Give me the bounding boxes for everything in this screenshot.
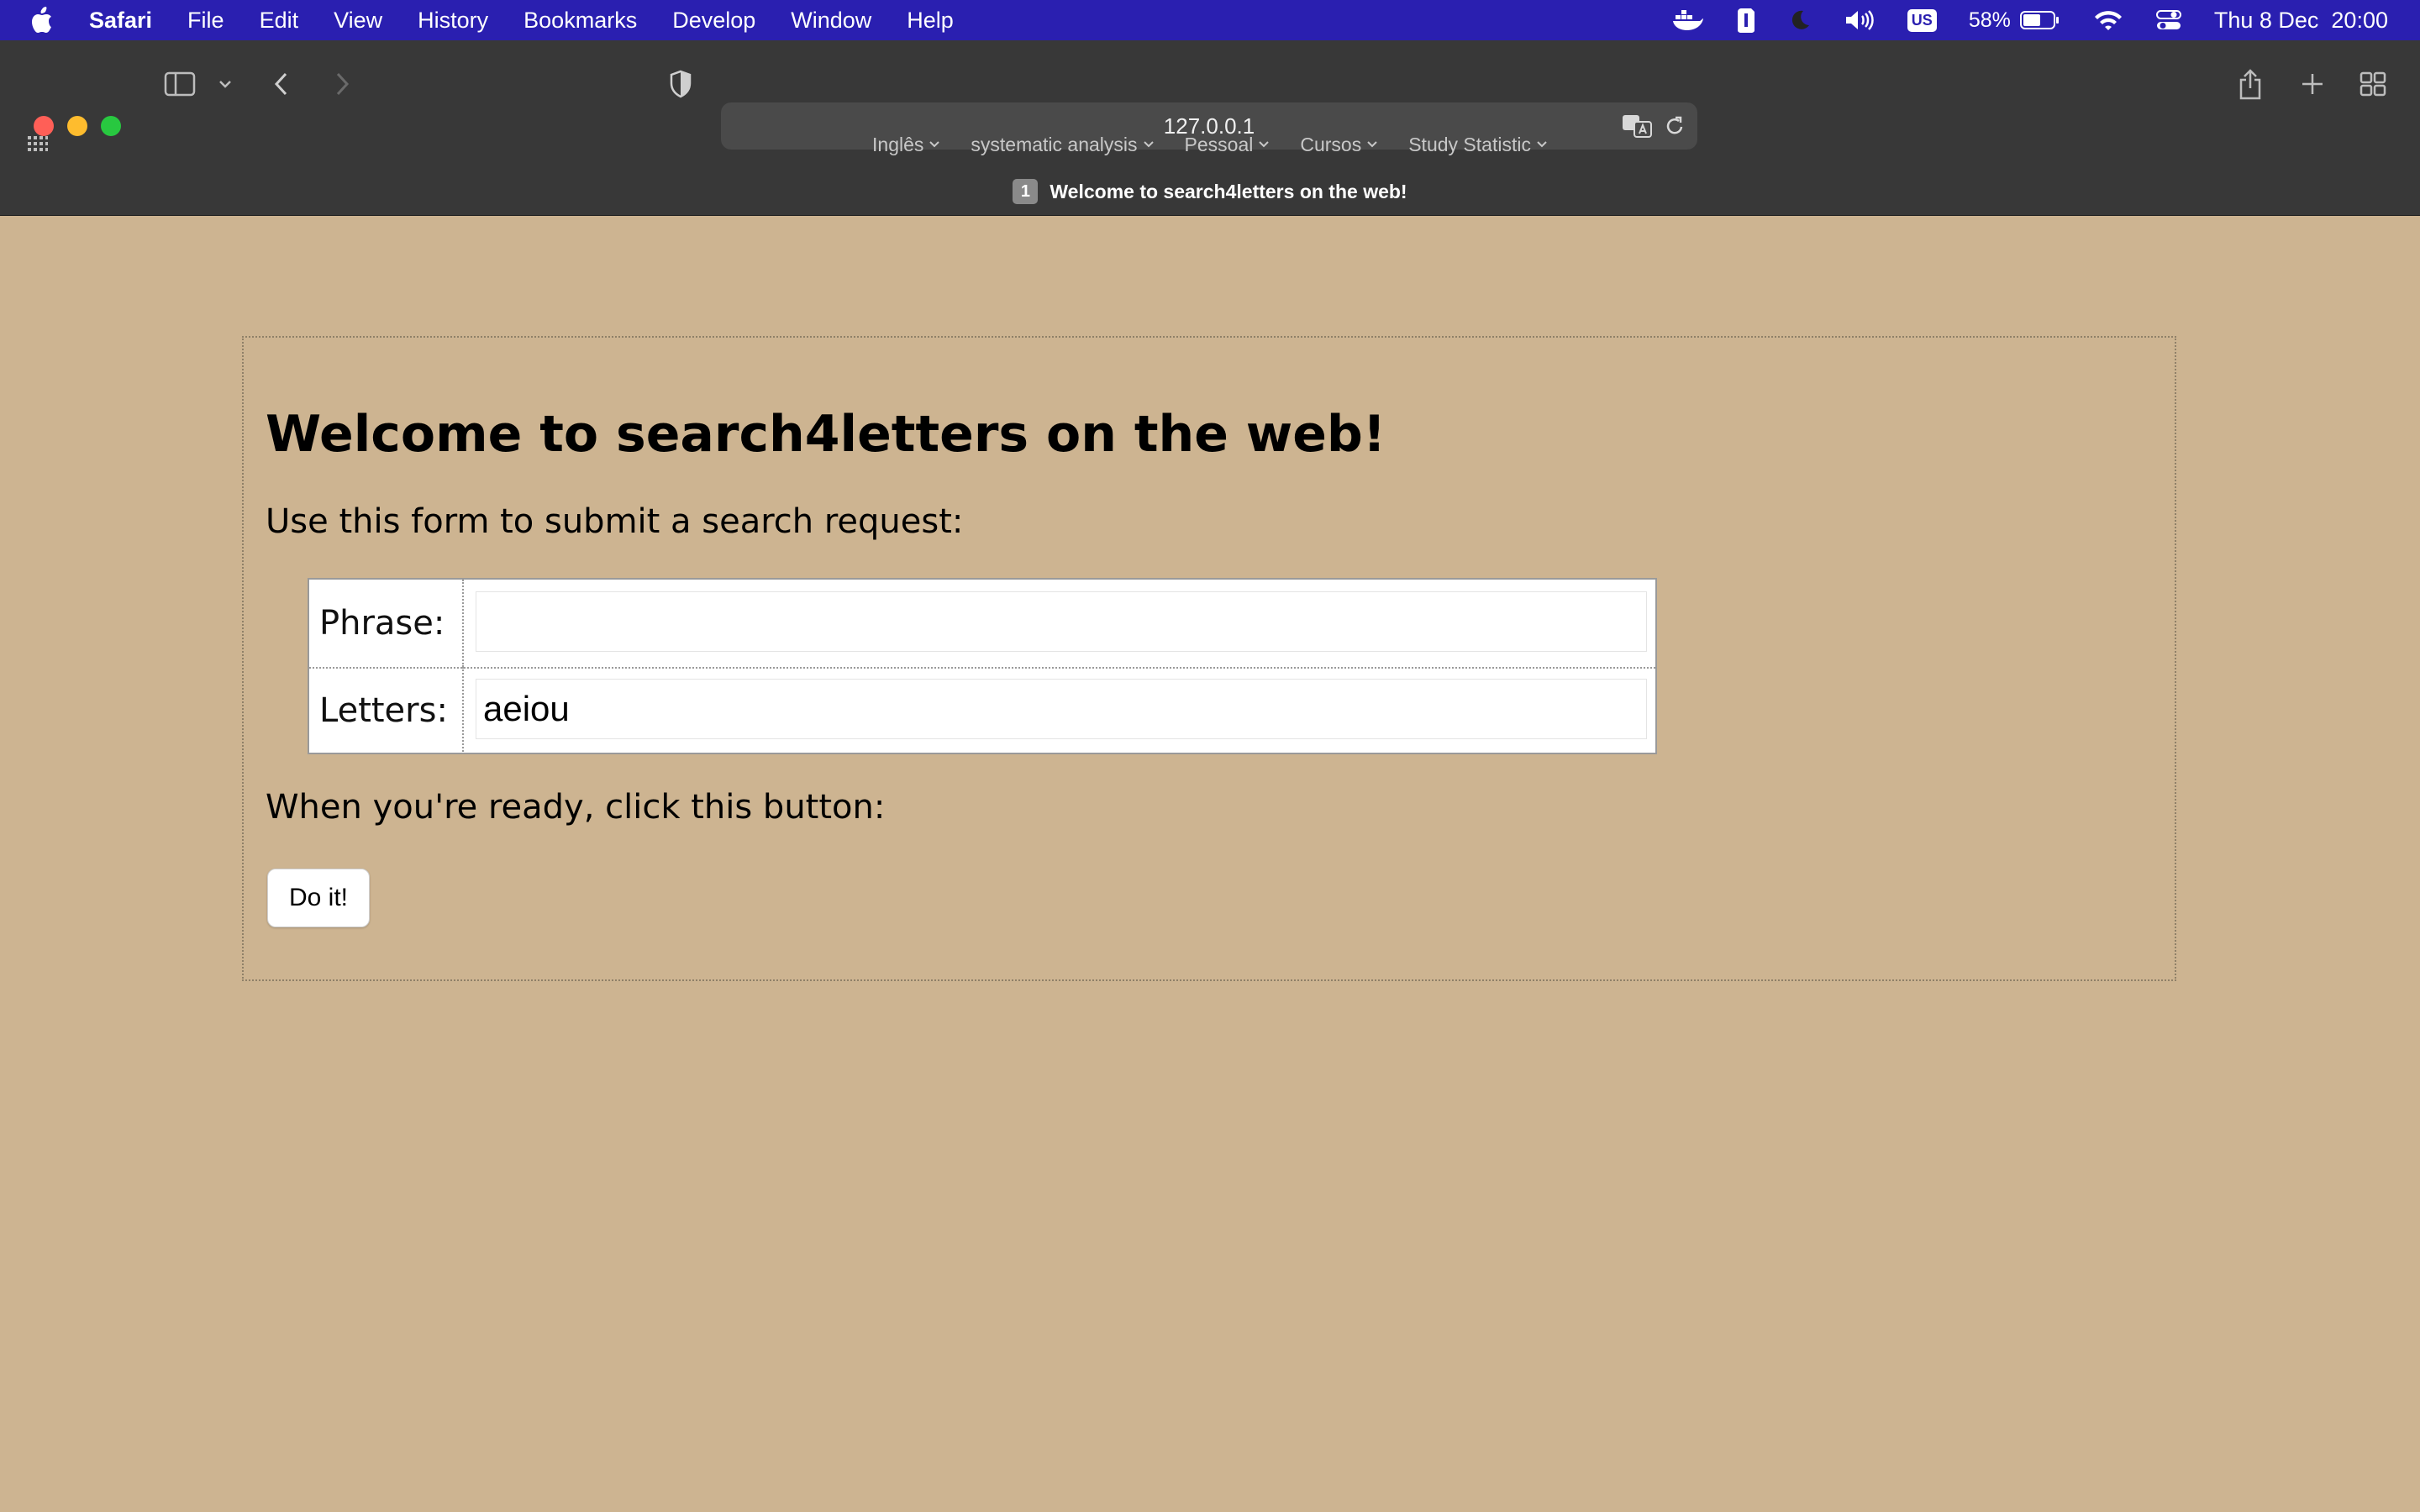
do-it-button[interactable]: Do it!	[267, 869, 370, 927]
tab-overview-icon[interactable]	[2358, 69, 2388, 99]
battery-percentage: 58%	[1968, 8, 2011, 32]
menu-file[interactable]: File	[187, 8, 224, 34]
letters-row: Letters:	[309, 667, 1655, 754]
ready-text: When you're ready, click this button:	[266, 788, 886, 827]
menu-bookmarks[interactable]: Bookmarks	[523, 8, 637, 34]
chevron-down-icon	[1259, 141, 1270, 148]
browser-toolbar: 127.0.0.1 Inglês systematic analysis Pes…	[0, 40, 2420, 216]
tab-title[interactable]: Welcome to search4letters on the web!	[1050, 181, 1407, 203]
menu-develop[interactable]: Develop	[672, 8, 755, 34]
sidebar-toggle-icon[interactable]	[163, 67, 197, 101]
privacy-shield-icon[interactable]	[664, 67, 697, 101]
moon-icon[interactable]	[1788, 8, 1812, 32]
battery-icon[interactable]	[2019, 9, 2061, 31]
phrase-input[interactable]	[476, 591, 1647, 652]
intro-text: Use this form to submit a search request…	[266, 502, 964, 541]
favorite-label: Study Statistic	[1408, 133, 1531, 155]
phrase-label: Phrase:	[309, 580, 464, 667]
docker-icon[interactable]	[1672, 8, 1704, 32]
keyboard-input-indicator[interactable]: US	[1907, 8, 1937, 32]
favorite-pessoal[interactable]: Pessoal	[1185, 134, 1270, 156]
letters-label: Letters:	[309, 667, 464, 754]
page-container: Welcome to search4letters on the web! Us…	[242, 336, 2176, 981]
menu-window[interactable]: Window	[791, 8, 871, 34]
forward-icon[interactable]	[329, 67, 355, 101]
menu-view[interactable]: View	[334, 8, 382, 34]
chevron-down-icon	[1537, 141, 1547, 148]
menubar-clock[interactable]: Thu 8 Dec 20:00	[2214, 8, 2388, 34]
menu-edit[interactable]: Edit	[260, 8, 299, 34]
chevron-down-icon	[929, 141, 940, 148]
chevron-down-icon	[1367, 141, 1377, 148]
favorite-study-statistic[interactable]: Study Statistic	[1408, 134, 1548, 156]
favorite-cursos[interactable]: Cursos	[1300, 134, 1378, 156]
keyboard-layout-label: US	[1907, 8, 1937, 32]
menu-history[interactable]: History	[418, 8, 488, 34]
control-center-icon[interactable]	[2155, 8, 2182, 32]
search-form-table: Phrase: Letters:	[308, 578, 1657, 754]
share-icon[interactable]	[2235, 66, 2265, 102]
favorite-label: Pessoal	[1184, 133, 1254, 155]
menu-app-name[interactable]: Safari	[89, 8, 152, 34]
menu-help[interactable]: Help	[907, 8, 954, 34]
favorite-label: Inglês	[872, 133, 924, 155]
chevron-down-icon[interactable]	[215, 71, 235, 97]
favorite-label: systematic analysis	[971, 133, 1138, 155]
chevron-down-icon	[1143, 141, 1154, 148]
new-tab-icon[interactable]	[2297, 69, 2328, 99]
letters-input[interactable]	[476, 679, 1647, 739]
macos-menu-bar: Safari File Edit View History Bookmarks …	[0, 0, 2420, 40]
favorite-systematic-analysis[interactable]: systematic analysis	[971, 134, 1154, 156]
volume-icon[interactable]	[1844, 8, 1876, 32]
apple-logo-icon[interactable]	[30, 7, 64, 34]
favorite-label: Cursos	[1300, 133, 1362, 155]
back-icon[interactable]	[269, 67, 294, 101]
wifi-icon[interactable]	[2093, 8, 2123, 32]
tab-number-badge: 1	[1013, 179, 1039, 204]
page-title: Welcome to search4letters on the web!	[266, 405, 1386, 464]
favorite-ingles[interactable]: Inglês	[872, 134, 940, 156]
favorites-bar: Inglês systematic analysis Pessoal Curso…	[0, 128, 2420, 161]
phrase-row: Phrase:	[309, 580, 1655, 669]
evernote-icon[interactable]	[1736, 7, 1756, 34]
tab-bar: 1 Welcome to search4letters on the web!	[0, 175, 2420, 208]
